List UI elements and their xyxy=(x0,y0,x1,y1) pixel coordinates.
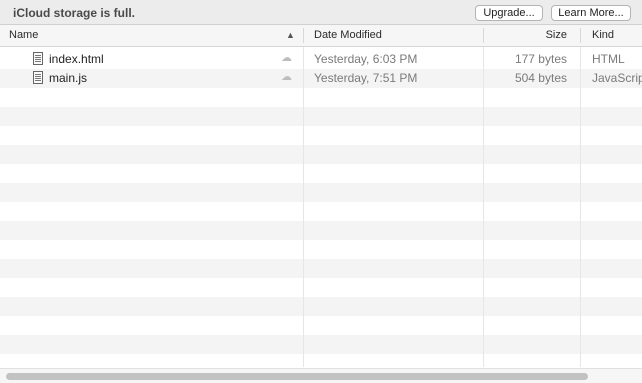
empty-row xyxy=(0,297,642,316)
empty-row xyxy=(0,88,642,107)
file-date: Yesterday, 6:03 PM xyxy=(314,52,418,66)
empty-row xyxy=(0,354,642,367)
column-header: Name ▲ Date Modified Size Kind xyxy=(0,25,642,47)
empty-row xyxy=(0,107,642,126)
file-list: index.html ☁ Yesterday, 6:03 PM 177 byte… xyxy=(0,47,642,367)
file-row[interactable]: index.html ☁ Yesterday, 6:03 PM 177 byte… xyxy=(0,50,642,69)
scrollbar-thumb[interactable] xyxy=(6,373,588,380)
document-icon xyxy=(33,71,43,84)
file-name: main.js xyxy=(49,71,88,85)
document-icon xyxy=(33,52,43,65)
file-kind: HTML xyxy=(592,52,625,66)
empty-row xyxy=(0,126,642,145)
icloud-banner: iCloud storage is full. Upgrade... Learn… xyxy=(0,0,642,25)
file-size: 504 bytes xyxy=(514,71,567,85)
upgrade-button[interactable]: Upgrade... xyxy=(475,5,543,21)
empty-row xyxy=(0,240,642,259)
file-kind: JavaScript xyxy=(592,71,642,85)
column-header-size[interactable]: Size xyxy=(483,25,567,46)
file-date: Yesterday, 7:51 PM xyxy=(314,71,418,85)
file-size: 177 bytes xyxy=(514,52,567,66)
column-header-date[interactable]: Date Modified xyxy=(314,25,382,46)
file-name: index.html xyxy=(49,52,104,66)
chevron-up-icon[interactable]: ▲ xyxy=(286,25,295,46)
horizontal-scrollbar[interactable] xyxy=(0,368,642,383)
empty-row xyxy=(0,335,642,354)
banner-message: iCloud storage is full. xyxy=(13,6,136,20)
cloud-upload-icon[interactable]: ☁ xyxy=(281,70,292,83)
column-gridline xyxy=(303,47,304,367)
column-divider[interactable] xyxy=(303,28,304,43)
empty-row xyxy=(0,278,642,297)
column-header-name[interactable]: Name xyxy=(9,25,38,46)
column-gridline xyxy=(580,47,581,367)
empty-row xyxy=(0,259,642,278)
column-gridline xyxy=(483,47,484,367)
empty-row xyxy=(0,221,642,240)
empty-row xyxy=(0,183,642,202)
column-divider[interactable] xyxy=(580,28,581,43)
empty-row xyxy=(0,316,642,335)
learn-more-button[interactable]: Learn More... xyxy=(551,5,631,21)
column-header-kind[interactable]: Kind xyxy=(592,25,614,46)
cloud-upload-icon[interactable]: ☁ xyxy=(281,51,292,64)
empty-row xyxy=(0,164,642,183)
file-row[interactable]: main.js ☁ Yesterday, 7:51 PM 504 bytes J… xyxy=(0,69,642,88)
empty-row xyxy=(0,202,642,221)
empty-row xyxy=(0,145,642,164)
